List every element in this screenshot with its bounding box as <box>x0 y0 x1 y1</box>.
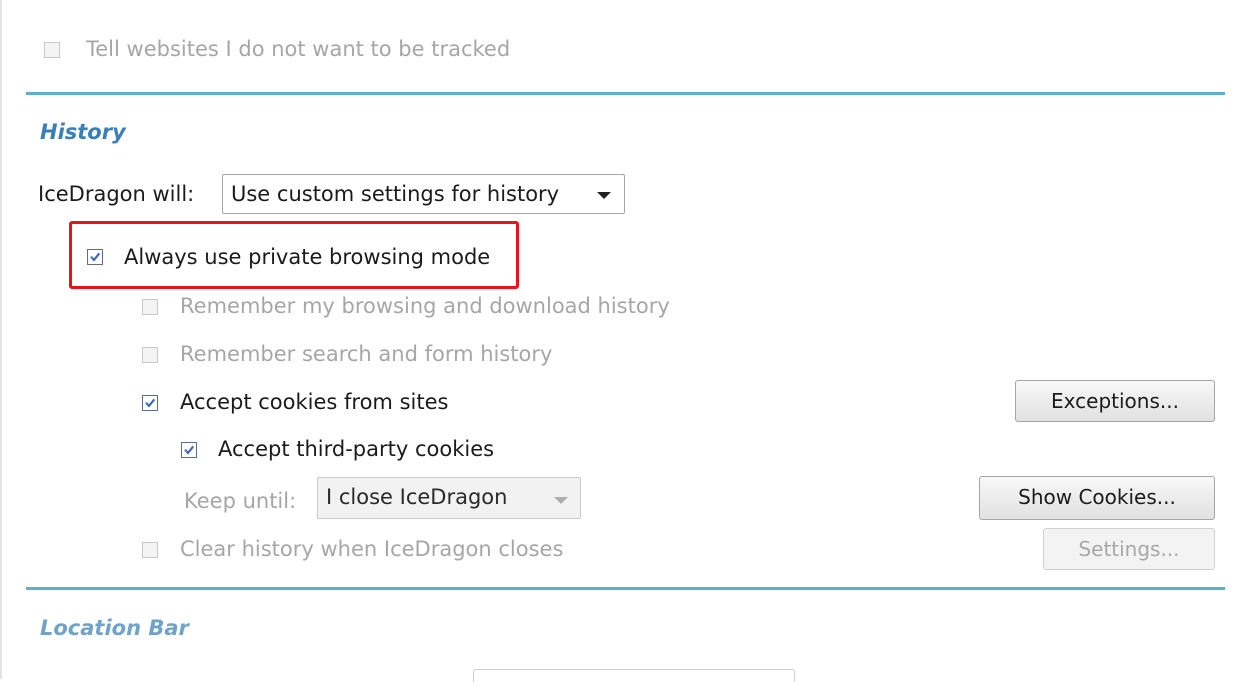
clear-history-label: Clear history when IceDragon closes <box>180 537 564 561</box>
settings-button[interactable]: Settings... <box>1043 528 1215 570</box>
partial-control <box>473 669 795 682</box>
accept-cookies-checkbox[interactable] <box>142 395 158 411</box>
history-mode-label: IceDragon will: <box>38 182 195 206</box>
history-mode-value: Use custom settings for history <box>231 182 560 206</box>
keep-until-label: Keep until: <box>184 489 297 513</box>
history-heading: History <box>40 120 126 144</box>
third-party-cookies-label: Accept third-party cookies <box>218 437 495 461</box>
accept-cookies-label: Accept cookies from sites <box>180 390 449 414</box>
remember-browsing-label: Remember my browsing and download histor… <box>180 294 670 318</box>
panel-left-border <box>0 0 2 679</box>
keep-until-value: I close IceDragon <box>326 485 508 509</box>
location-bar-heading: Location Bar <box>40 616 189 640</box>
do-not-track-label: Tell websites I do not want to be tracke… <box>86 37 511 61</box>
private-browsing-label: Always use private browsing mode <box>124 245 491 269</box>
section-separator <box>26 587 1225 590</box>
do-not-track-checkbox[interactable] <box>44 42 60 58</box>
remember-browsing-checkbox[interactable] <box>142 299 158 315</box>
chevron-down-icon <box>554 497 568 504</box>
remember-search-checkbox[interactable] <box>142 347 158 363</box>
clear-history-checkbox[interactable] <box>142 542 158 558</box>
private-browsing-checkbox[interactable] <box>87 249 103 265</box>
keep-until-select[interactable]: I close IceDragon <box>317 477 581 519</box>
section-separator <box>26 92 1225 95</box>
chevron-down-icon <box>597 192 611 199</box>
show-cookies-button[interactable]: Show Cookies... <box>979 476 1215 520</box>
exceptions-button[interactable]: Exceptions... <box>1015 380 1215 422</box>
history-mode-select[interactable]: Use custom settings for history <box>222 174 625 214</box>
remember-search-label: Remember search and form history <box>180 342 553 366</box>
third-party-cookies-checkbox[interactable] <box>181 442 197 458</box>
